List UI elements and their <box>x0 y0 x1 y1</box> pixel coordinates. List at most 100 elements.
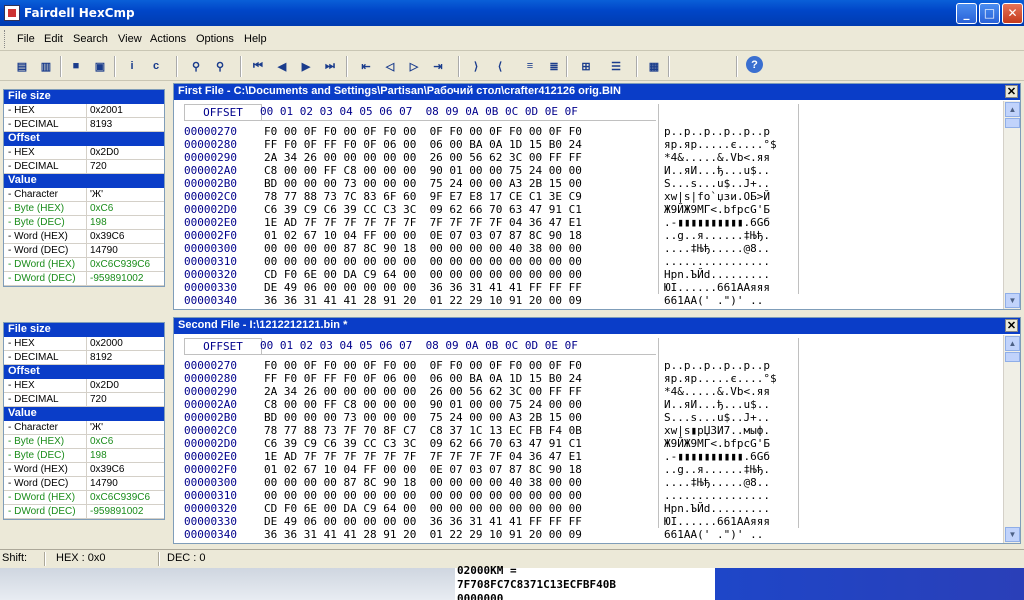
ascii-text[interactable]: .-▮▮▮▮▮▮▮▮▮▮.6Gб <box>664 450 770 463</box>
ascii-text[interactable]: Ж9ЙЖ9МГ<.bfpcG'Б <box>664 437 770 450</box>
ascii-text[interactable]: И..яИ...ђ...u$.. <box>664 398 770 411</box>
hex-bytes[interactable]: 01 02 67 10 04 FF 00 00 0E 07 03 07 87 8… <box>264 229 582 242</box>
ascii-text[interactable]: Ж9ЙЖ9МГ<.bfpcG'Б <box>664 203 770 216</box>
save-icon[interactable]: ■ <box>66 56 86 76</box>
open-file1-icon[interactable]: ▤ <box>12 56 32 76</box>
hex-bytes[interactable]: DE 49 06 00 00 00 00 00 36 36 31 41 41 F… <box>264 281 582 294</box>
hex-bytes[interactable]: C6 39 C9 C6 39 CC C3 3C 09 62 66 70 63 4… <box>264 203 582 216</box>
ascii-text[interactable]: яр.яр.....є....°$ <box>664 372 777 385</box>
first-diff-icon[interactable]: ⏮ <box>248 56 268 76</box>
hex-bytes[interactable]: 2A 34 26 00 00 00 00 00 26 00 56 62 3C 0… <box>264 385 582 398</box>
hex-bytes[interactable]: 36 36 31 41 41 28 91 20 01 22 29 10 91 2… <box>264 528 582 541</box>
hex-bytes[interactable]: 78 77 88 73 7C 83 6F 60 9F E7 E8 17 CE C… <box>264 190 582 203</box>
ascii-text[interactable]: p..p..p..p..p..p <box>664 359 770 372</box>
menu-actions[interactable]: Actions <box>150 33 186 45</box>
ascii-text[interactable]: Нрn.ЪЙd......... <box>664 502 770 515</box>
hex-bytes[interactable]: 00 00 00 00 00 00 00 00 00 00 00 00 00 0… <box>264 255 582 268</box>
scroll-up-icon[interactable]: ▲ <box>1005 102 1020 117</box>
ascii-text[interactable]: ................ <box>664 255 770 268</box>
hex-bytes[interactable]: BD 00 00 00 73 00 00 00 75 24 00 00 A3 2… <box>264 177 582 190</box>
close-panel-button[interactable]: ✕ <box>1005 85 1018 98</box>
split-icon[interactable]: ⊞ <box>576 56 596 76</box>
menu-file[interactable]: File <box>17 33 35 45</box>
hex-grid[interactable]: OFFSET 00 01 02 03 04 05 06 07 08 09 0A … <box>174 335 1004 543</box>
sync-left-icon[interactable]: ⟩ <box>466 56 486 76</box>
save-all-icon[interactable]: ▣ <box>90 56 110 76</box>
hex-bytes[interactable]: FF F0 0F FF F0 0F 06 00 06 00 BA 0A 1D 1… <box>264 372 582 385</box>
last-block-icon[interactable]: ⇥ <box>428 56 448 76</box>
compare-icon[interactable]: c <box>146 56 166 76</box>
app-icon[interactable] <box>4 5 20 21</box>
minimize-button[interactable]: _ <box>956 3 977 24</box>
scroll-up-icon[interactable]: ▲ <box>1005 336 1020 351</box>
hex-bytes[interactable]: 36 36 31 41 41 28 91 20 01 22 29 10 91 2… <box>264 294 582 307</box>
first-block-icon[interactable]: ⇤ <box>356 56 376 76</box>
ascii-text[interactable]: 661AA(' .")' .. <box>664 294 763 307</box>
hex-grid[interactable]: OFFSET 00 01 02 03 04 05 06 07 08 09 0A … <box>174 101 1004 309</box>
ascii-text[interactable]: ЮI......661AAяяя <box>664 281 770 294</box>
hex-bytes[interactable]: FF F0 0F FF F0 0F 06 00 06 00 BA 0A 1D 1… <box>264 138 582 151</box>
scroll-thumb[interactable] <box>1005 118 1020 128</box>
vertical-scrollbar[interactable]: ▲ ▼ <box>1003 335 1020 543</box>
vertical-scrollbar[interactable]: ▲ ▼ <box>1003 101 1020 309</box>
hex-bytes[interactable]: CD F0 6E 00 DA C9 64 00 00 00 00 00 00 0… <box>264 268 582 281</box>
ascii-text[interactable]: ..g..я......‡Њђ. <box>664 463 770 476</box>
ascii-text[interactable]: *4&.....&.Vb<.яя <box>664 151 770 164</box>
align-icon[interactable]: ≡ <box>520 56 540 76</box>
sync-right-icon[interactable]: ⟨ <box>490 56 510 76</box>
ascii-text[interactable]: *4&.....&.Vb<.яя <box>664 385 770 398</box>
menu-options[interactable]: Options <box>196 33 234 45</box>
hex-bytes[interactable]: 00 00 00 00 87 8C 90 18 00 00 00 00 40 3… <box>264 476 582 489</box>
menu-help[interactable]: Help <box>244 33 267 45</box>
hex-bytes[interactable]: 78 77 88 73 7F 70 8F C7 C8 37 1C 13 EC F… <box>264 424 582 437</box>
menu-view[interactable]: View <box>118 33 142 45</box>
ascii-text[interactable]: S...s...u$..J+.. <box>664 177 770 190</box>
info-icon[interactable]: i <box>122 56 142 76</box>
next-block-icon[interactable]: ▷ <box>404 56 424 76</box>
hex-bytes[interactable]: F0 00 0F F0 00 0F F0 00 0F F0 00 0F F0 0… <box>264 359 582 372</box>
maximize-button[interactable]: □ <box>979 3 1000 24</box>
hex-bytes[interactable]: 2A 34 26 00 00 00 00 00 26 00 56 62 3C 0… <box>264 151 582 164</box>
close-button[interactable]: ✕ <box>1002 3 1023 24</box>
hex-bytes[interactable]: F0 00 0F F0 00 0F F0 00 0F F0 00 0F F0 0… <box>264 125 582 138</box>
hex-bytes[interactable]: C8 00 00 FF C8 00 00 00 90 01 00 00 75 2… <box>264 164 582 177</box>
hex-bytes[interactable]: 00 00 00 00 87 8C 90 18 00 00 00 00 40 3… <box>264 242 582 255</box>
ascii-text[interactable]: ....‡Њђ.....@8.. <box>664 476 770 489</box>
prev-diff-icon[interactable]: ◀ <box>272 56 292 76</box>
ascii-text[interactable]: xw|s|fo`џзи.ОБ>Й <box>664 190 770 203</box>
hex-bytes[interactable]: BD 00 00 00 73 00 00 00 75 24 00 00 A3 2… <box>264 411 582 424</box>
open-file2-icon[interactable]: ▥ <box>36 56 56 76</box>
ascii-text[interactable]: ....‡Њђ.....@8.. <box>664 242 770 255</box>
hex-bytes[interactable]: DE 49 06 00 00 00 00 00 36 36 31 41 41 F… <box>264 515 582 528</box>
list-icon[interactable]: ☰ <box>606 56 626 76</box>
hex-bytes[interactable]: 1E AD 7F 7F 7F 7F 7F 7F 7F 7F 7F 7F 04 3… <box>264 450 582 463</box>
last-diff-icon[interactable]: ⏭ <box>320 56 340 76</box>
scroll-down-icon[interactable]: ▼ <box>1005 293 1020 308</box>
ascii-text[interactable]: Нрn.ЪЙd......... <box>664 268 770 281</box>
find-icon[interactable]: ⚲ <box>186 56 206 76</box>
menu-search[interactable]: Search <box>73 33 108 45</box>
scroll-down-icon[interactable]: ▼ <box>1005 527 1020 542</box>
align2-icon[interactable]: ≣ <box>544 56 564 76</box>
hex-bytes[interactable]: 1E AD 7F 7F 7F 7F 7F 7F 7F 7F 7F 7F 04 3… <box>264 216 582 229</box>
scroll-thumb[interactable] <box>1005 352 1020 362</box>
ascii-text[interactable]: xw|s▮pЏЗИ7..мыф. <box>664 424 770 437</box>
ascii-text[interactable]: ..g..я......‡Њђ. <box>664 229 770 242</box>
report-icon[interactable]: ▦ <box>644 56 664 76</box>
close-panel-button[interactable]: ✕ <box>1005 319 1018 332</box>
help-icon[interactable]: ? <box>746 56 763 73</box>
ascii-text[interactable]: яр.яр.....є....°$ <box>664 138 777 151</box>
find-next-icon[interactable]: ⚲ <box>210 56 230 76</box>
ascii-text[interactable]: ЮI......661AAяяя <box>664 515 770 528</box>
prev-block-icon[interactable]: ◁ <box>380 56 400 76</box>
hex-bytes[interactable]: C8 00 00 FF C8 00 00 00 90 01 00 00 75 2… <box>264 398 582 411</box>
ascii-text[interactable]: 661AA(' .")' .. <box>664 528 763 541</box>
hex-bytes[interactable]: CD F0 6E 00 DA C9 64 00 00 00 00 00 00 0… <box>264 502 582 515</box>
hex-bytes[interactable]: 01 02 67 10 04 FF 00 00 0E 07 03 07 87 8… <box>264 463 582 476</box>
ascii-text[interactable]: S...s...u$..J+.. <box>664 411 770 424</box>
hex-bytes[interactable]: C6 39 C9 C6 39 CC C3 3C 09 62 66 70 63 4… <box>264 437 582 450</box>
ascii-text[interactable]: И..яИ...ђ...u$.. <box>664 164 770 177</box>
ascii-text[interactable]: p..p..p..p..p..p <box>664 125 770 138</box>
ascii-text[interactable]: .-▮▮▮▮▮▮▮▮▮▮.6Gб <box>664 216 770 229</box>
hex-bytes[interactable]: 00 00 00 00 00 00 00 00 00 00 00 00 00 0… <box>264 489 582 502</box>
